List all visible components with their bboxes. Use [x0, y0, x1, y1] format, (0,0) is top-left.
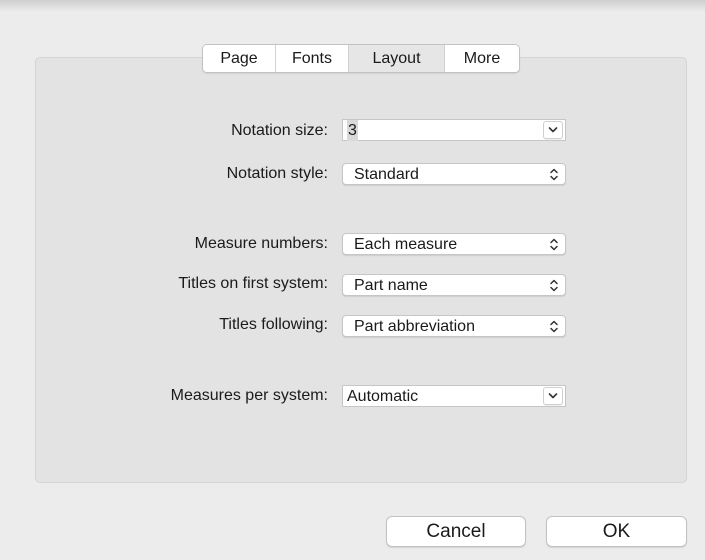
notation-style-value: Standard [354, 166, 419, 183]
titles-first-system-value: Part name [354, 277, 428, 294]
chevron-down-icon [548, 393, 558, 399]
measure-numbers-label: Measure numbers: [194, 235, 328, 252]
notation-size-value: 3 [347, 120, 358, 141]
measures-per-system-input[interactable]: Automatic [343, 386, 541, 406]
tab-fonts[interactable]: Fonts [276, 45, 349, 72]
window-top-shadow [0, 0, 705, 12]
titles-following-value: Part abbreviation [354, 318, 475, 335]
segmented-tab-control: Page Fonts Layout More [202, 44, 520, 73]
measures-per-system-label: Measures per system: [170, 387, 328, 404]
titles-following-label: Titles following: [219, 316, 328, 333]
chevron-down-icon [548, 127, 558, 133]
measures-per-system-combobox: Automatic [342, 385, 566, 407]
notation-size-label: Notation size: [231, 122, 328, 139]
up-down-arrows-icon [550, 279, 558, 292]
notation-size-input[interactable]: 3 [343, 120, 541, 141]
measure-numbers-value: Each measure [354, 236, 458, 253]
ok-button[interactable]: OK [546, 516, 687, 547]
tab-more[interactable]: More [445, 45, 519, 72]
up-down-arrows-icon [550, 238, 558, 251]
measures-per-system-dropdown-button[interactable] [543, 387, 563, 405]
up-down-arrows-icon [550, 320, 558, 333]
tab-page[interactable]: Page [203, 45, 276, 72]
notation-style-label: Notation style: [226, 165, 328, 182]
notation-size-combobox: 3 [342, 119, 566, 141]
titles-first-system-label: Titles on first system: [178, 275, 328, 292]
tab-layout[interactable]: Layout [349, 45, 445, 72]
up-down-arrows-icon [550, 168, 558, 181]
measure-numbers-popup[interactable]: Each measure [342, 233, 566, 255]
cancel-button[interactable]: Cancel [386, 516, 526, 547]
notation-style-popup[interactable]: Standard [342, 163, 566, 185]
notation-size-dropdown-button[interactable] [543, 121, 563, 139]
titles-following-popup[interactable]: Part abbreviation [342, 315, 566, 337]
titles-first-system-popup[interactable]: Part name [342, 274, 566, 296]
